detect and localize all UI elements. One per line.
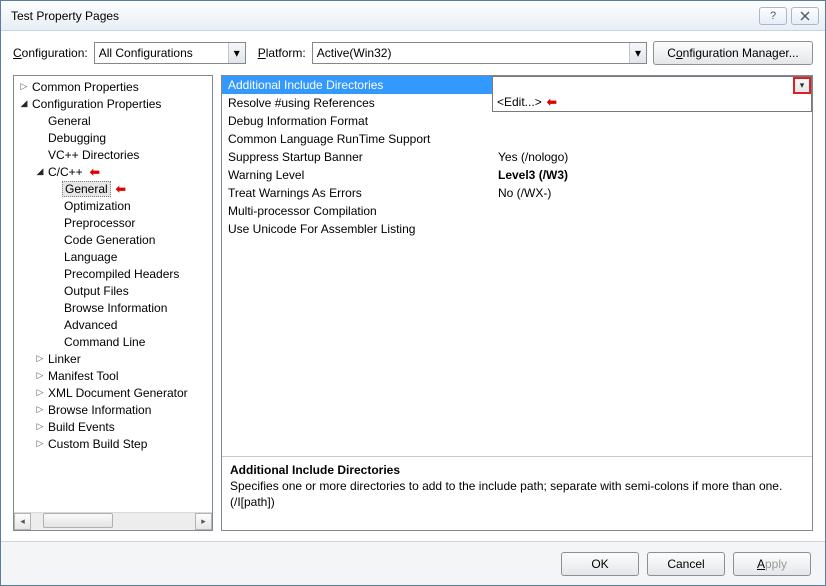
property-label: Resolve #using References [222, 94, 492, 112]
property-label: Additional Include Directories [222, 76, 492, 94]
property-label: Use Unicode For Assembler Listing [222, 220, 492, 238]
property-value[interactable]: No (/WX-) [492, 184, 812, 202]
property-label: Warning Level [222, 166, 492, 184]
tree-ccpp[interactable]: ◢C/C++⬅ [14, 163, 212, 180]
tree-cc-language[interactable]: Language [14, 248, 212, 265]
scroll-thumb[interactable] [43, 513, 113, 528]
property-value[interactable] [492, 202, 812, 220]
dialog-footer: OK Cancel Apply [1, 541, 825, 585]
configuration-combo[interactable]: All Configurations ▾ [94, 42, 246, 64]
tree-cc-codegen[interactable]: Code Generation [14, 231, 212, 248]
content-area: ▷Common Properties ◢Configuration Proper… [13, 75, 813, 531]
top-controls: Configuration: All Configurations ▾ Plat… [13, 41, 813, 65]
platform-value: Active(Win32) [317, 46, 392, 60]
tree-cc-advanced[interactable]: Advanced [14, 316, 212, 333]
help-button[interactable]: ? [759, 7, 787, 25]
tree-cc-browse[interactable]: Browse Information [14, 299, 212, 316]
configuration-label: Configuration: [13, 46, 88, 60]
scroll-right-button[interactable]: ▸ [195, 513, 212, 530]
edit-value-text: <Edit...> [497, 95, 542, 109]
description-text: Specifies one or more directories to add… [230, 479, 804, 510]
property-value[interactable] [492, 220, 812, 238]
property-row[interactable]: Suppress Startup BannerYes (/nologo) [222, 148, 812, 166]
tree-debugging[interactable]: Debugging [14, 129, 212, 146]
dropdown-button[interactable]: ▾ [793, 77, 811, 94]
configuration-value: All Configurations [99, 46, 193, 60]
cancel-button[interactable]: Cancel [647, 552, 725, 576]
tree-vc-directories[interactable]: VC++ Directories [14, 146, 212, 163]
property-value[interactable]: Yes (/nologo) [492, 148, 812, 166]
configuration-manager-button[interactable]: Configuration Manager... [653, 41, 813, 65]
close-icon [800, 11, 810, 21]
ok-button[interactable]: OK [561, 552, 639, 576]
scroll-left-button[interactable]: ◂ [14, 513, 31, 530]
tree-cc-general[interactable]: General⬅ [14, 180, 212, 197]
property-label: Multi-processor Compilation [222, 202, 492, 220]
property-label: Suppress Startup Banner [222, 148, 492, 166]
dialog-body: Configuration: All Configurations ▾ Plat… [1, 31, 825, 541]
tree-cc-optimization[interactable]: Optimization [14, 197, 212, 214]
tree-cc-cmdline[interactable]: Command Line [14, 333, 212, 350]
property-row[interactable]: Warning LevelLevel3 (/W3) [222, 166, 812, 184]
value-editor[interactable]: ▾ <Edit...> ⬅ [492, 76, 812, 112]
chevron-down-icon: ▾ [228, 43, 245, 63]
property-grid-pane: ▾ <Edit...> ⬅ Additional Include Directo… [221, 75, 813, 531]
property-tree[interactable]: ▷Common Properties ◢Configuration Proper… [14, 76, 212, 512]
property-value[interactable] [492, 130, 812, 148]
tree-cc-output[interactable]: Output Files [14, 282, 212, 299]
apply-button[interactable]: Apply [733, 552, 811, 576]
property-row[interactable]: Treat Warnings As ErrorsNo (/WX-) [222, 184, 812, 202]
property-row[interactable]: Use Unicode For Assembler Listing [222, 220, 812, 238]
property-value[interactable]: Level3 (/W3) [492, 166, 812, 184]
tree-general[interactable]: General [14, 112, 212, 129]
property-label: Common Language RunTime Support [222, 130, 492, 148]
titlebar[interactable]: Test Property Pages ? [1, 1, 825, 31]
red-arrow-annotation: ⬅ [547, 95, 557, 109]
property-value[interactable] [492, 112, 812, 130]
property-label: Debug Information Format [222, 112, 492, 130]
tree-buildevents[interactable]: ▷Build Events [14, 418, 212, 435]
tree-configuration-properties[interactable]: ◢Configuration Properties [14, 95, 212, 112]
property-row[interactable]: Multi-processor Compilation [222, 202, 812, 220]
red-arrow-annotation: ⬅ [90, 165, 100, 179]
tree-common-properties[interactable]: ▷Common Properties [14, 78, 212, 95]
window-title: Test Property Pages [7, 9, 755, 23]
property-row[interactable]: Debug Information Format [222, 112, 812, 130]
tree-custombuild[interactable]: ▷Custom Build Step [14, 435, 212, 452]
property-label: Treat Warnings As Errors [222, 184, 492, 202]
chevron-down-icon: ▾ [629, 43, 646, 63]
tree-manifest[interactable]: ▷Manifest Tool [14, 367, 212, 384]
tree-cc-pch[interactable]: Precompiled Headers [14, 265, 212, 282]
tree-linker[interactable]: ▷Linker [14, 350, 212, 367]
property-pages-window: Test Property Pages ? Configuration: All… [0, 0, 826, 586]
tree-cc-preprocessor[interactable]: Preprocessor [14, 214, 212, 231]
red-arrow-annotation: ⬅ [116, 182, 126, 196]
platform-combo[interactable]: Active(Win32) ▾ [312, 42, 647, 64]
platform-label: Platform: [258, 46, 306, 60]
property-grid[interactable]: ▾ <Edit...> ⬅ Additional Include Directo… [222, 76, 812, 456]
close-button[interactable] [791, 7, 819, 25]
tree-browse[interactable]: ▷Browse Information [14, 401, 212, 418]
property-row[interactable]: Common Language RunTime Support [222, 130, 812, 148]
description-panel: Additional Include Directories Specifies… [222, 456, 812, 530]
description-title: Additional Include Directories [230, 463, 804, 477]
tree-hscrollbar[interactable]: ◂ ▸ [14, 512, 212, 530]
scroll-track[interactable] [31, 513, 195, 530]
tree-xmldoc[interactable]: ▷XML Document Generator [14, 384, 212, 401]
tree-pane: ▷Common Properties ◢Configuration Proper… [13, 75, 213, 531]
edit-value-line: <Edit...> ⬅ [497, 95, 557, 109]
